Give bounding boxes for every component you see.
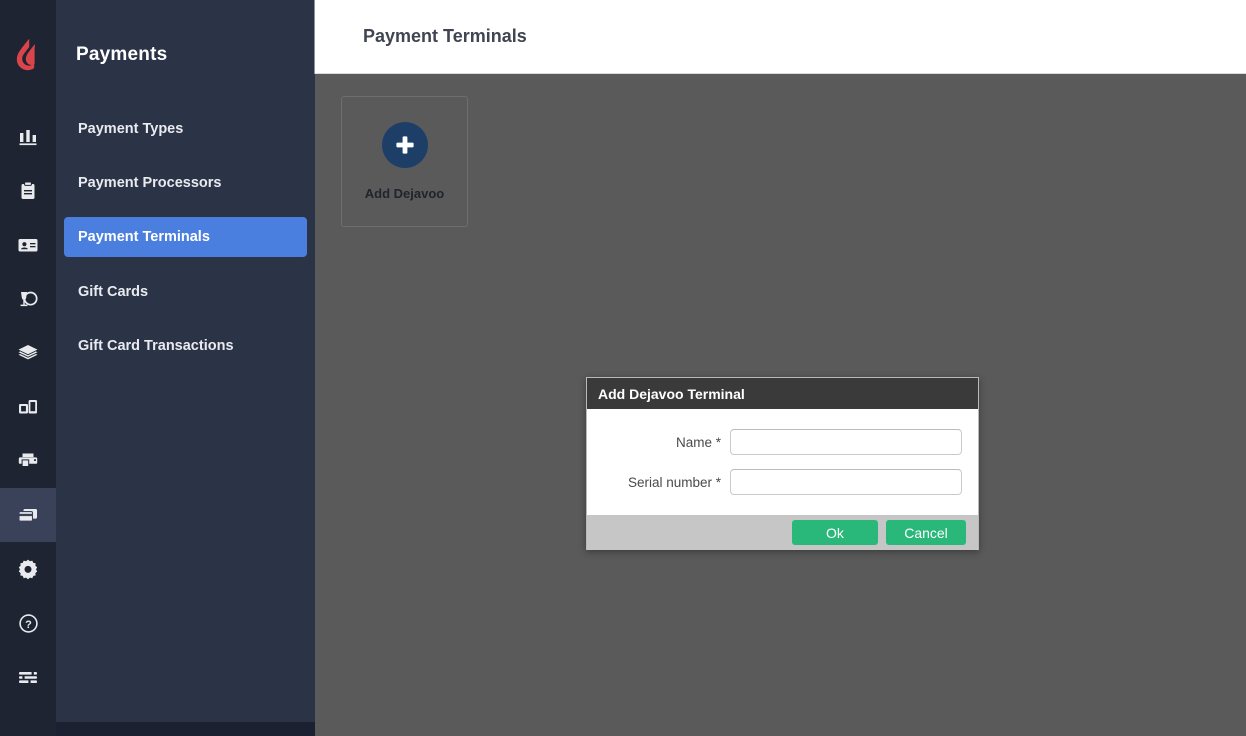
sidebar-icon-layers[interactable] [0,326,56,380]
sidebar-item-payment-terminals[interactable]: Payment Terminals [64,217,307,257]
sidebar-icon-settings[interactable] [0,542,56,596]
list-settings-icon [19,671,37,684]
dialog-body: Name * Serial number * [587,409,978,515]
clipboard-icon [21,181,35,199]
name-field-label: Name * [675,434,721,450]
sidebar-item-payment-processors[interactable]: Payment Processors [64,163,307,203]
dialog-footer: Ok Cancel [587,515,978,550]
application-window: ? Payments Payment Types Payment Process… [0,0,1246,736]
form-row-name: Name * [587,422,978,462]
lightspeed-flame-logo-icon [16,38,35,71]
printer-icon [18,453,38,467]
add-dejavoo-card[interactable]: Add Dejavoo [341,96,468,227]
main-region: Payment Terminals Add Dejavoo [315,0,1246,736]
sidebar-item-payment-types[interactable]: Payment Types [64,109,307,149]
sidebar-item-label: Gift Cards [78,284,149,300]
add-dejavoo-terminal-dialog: Add Dejavoo Terminal Name * Serial numbe… [586,377,979,550]
sidebar-icon-devices[interactable] [0,380,56,434]
plus-icon [381,122,428,168]
sidebar-nav-panel: Payments Payment Types Payment Processor… [56,0,371,736]
plus-glyph-icon [395,136,414,154]
sidebar-title: Payments [76,44,168,65]
devices-icon [19,400,37,414]
icon-rail: ? [0,0,56,736]
serial-number-field-label: Serial number * [627,474,721,490]
ok-button[interactable]: Ok [792,520,878,545]
wine-glass-icon [20,291,38,307]
sidebar-icon-printer[interactable] [0,434,56,488]
svg-text:?: ? [25,619,32,631]
sidebar-item-label: Gift Card Transactions [78,338,234,354]
sidebar-item-label: Payment Terminals [78,229,210,245]
sidebar-icon-wine-glass[interactable] [0,272,56,326]
sidebar-item-gift-cards[interactable]: Gift Cards [64,272,307,312]
gear-icon [18,559,38,580]
layers-icon [18,345,38,360]
add-dejavoo-card-label: Add Dejavoo [364,186,445,201]
sidebar-icon-payment-cards[interactable] [0,488,56,542]
form-row-serial-number: Serial number * [587,462,978,502]
page-header: Payment Terminals [315,0,1246,74]
dialog-titlebar: Add Dejavoo Terminal [587,378,978,409]
sidebar-item-label: Payment Processors [78,175,222,191]
id-card-icon [18,239,38,252]
serial-number-field[interactable] [730,469,962,495]
sidebar-icon-bar-chart[interactable] [0,110,56,164]
payment-cards-icon [18,509,37,522]
app-logo[interactable] [0,0,56,110]
help-circle-icon: ? [18,613,38,633]
sidebar-item-label: Payment Types [78,121,184,137]
bar-chart-icon [19,130,37,146]
sidebar: ? Payments Payment Types Payment Process… [0,0,371,736]
sidebar-icon-clipboard[interactable] [0,164,56,218]
sidebar-icon-help[interactable]: ? [0,596,56,650]
cancel-button[interactable]: Cancel [886,520,966,545]
dialog-title: Add Dejavoo Terminal [598,385,745,402]
sidebar-icon-id-card[interactable] [0,218,56,272]
name-field[interactable] [730,429,962,455]
sidebar-item-gift-card-transactions[interactable]: Gift Card Transactions [64,326,307,366]
page-title: Payment Terminals [363,26,527,46]
sidebar-icon-list-settings[interactable] [0,650,56,704]
